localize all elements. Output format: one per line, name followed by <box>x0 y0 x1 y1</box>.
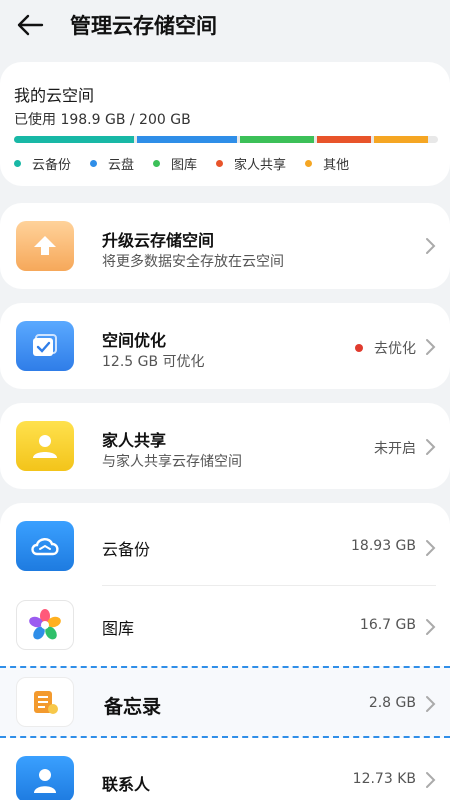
chevron-right-icon <box>426 772 436 788</box>
upload-arrow-icon <box>34 236 56 255</box>
chevron-right-icon <box>426 540 436 556</box>
top-bar: 管理云存储空间 <box>0 0 450 52</box>
legend-item-gallery: 图库 <box>153 154 197 173</box>
storage-usage-bar <box>14 136 438 143</box>
storage-summary-card: 我的云空间 已使用 198.9 GB / 200 GB 云备份 云盘 图库 家人… <box>0 62 450 186</box>
legend-label: 图库 <box>171 158 198 173</box>
list-item-label: 云备份 <box>102 540 151 559</box>
list-item-gallery[interactable]: 图库 16.7 GB <box>0 586 450 664</box>
legend-item-backup: 云备份 <box>14 154 71 173</box>
legend-label: 云备份 <box>32 158 72 173</box>
gallery-icon <box>16 600 74 650</box>
legend-item-other: 其他 <box>305 154 349 173</box>
legend-item-drive: 云盘 <box>90 154 134 173</box>
optimize-action-label: 去优化 <box>374 341 416 357</box>
contacts-icon <box>16 756 74 800</box>
list-item-label: 备忘录 <box>104 696 162 718</box>
upgrade-icon <box>16 221 74 271</box>
notes-icon <box>16 677 74 727</box>
usage-segment-drive <box>137 136 237 143</box>
legend-label: 家人共享 <box>234 158 287 173</box>
family-subtitle: 与家人共享云存储空间 <box>102 454 242 470</box>
list-item-size: 2.8 GB <box>368 695 416 711</box>
usage-segment-other <box>374 136 428 143</box>
legend-dot-icon <box>90 160 98 167</box>
list-item-size: 12.73 KB <box>352 771 416 787</box>
chevron-right-icon <box>426 619 436 635</box>
person-icon <box>34 769 56 793</box>
list-item-cloud-backup[interactable]: 云备份 18.93 GB <box>0 503 450 585</box>
list-item-notes[interactable]: 备忘录 2.8 GB <box>0 666 450 738</box>
list-item-contacts[interactable]: 联系人 12.73 KB <box>0 742 450 800</box>
back-arrow-icon <box>17 14 44 36</box>
legend-dot-icon <box>14 160 21 167</box>
legend-label: 其他 <box>323 158 350 173</box>
chevron-right-icon <box>426 238 436 254</box>
memo-icon <box>34 691 58 714</box>
check-box-icon <box>33 334 57 356</box>
flower-icon <box>29 609 61 640</box>
legend-item-family: 家人共享 <box>216 154 286 173</box>
chevron-right-icon <box>426 696 436 712</box>
upgrade-subtitle: 将更多数据安全存放在云空间 <box>102 254 284 270</box>
alert-dot-icon <box>355 344 363 352</box>
storage-title: 我的云空间 <box>14 86 95 105</box>
list-item-label: 联系人 <box>102 775 151 794</box>
usage-segment-gallery <box>240 136 314 143</box>
family-sharing-card[interactable]: 家人共享 与家人共享云存储空间 未开启 <box>0 403 450 489</box>
family-title: 家人共享 <box>102 431 167 450</box>
storage-legend: 云备份 云盘 图库 家人共享 其他 <box>14 154 368 173</box>
chevron-right-icon <box>426 439 436 455</box>
back-button[interactable] <box>14 10 46 40</box>
optimize-subtitle: 12.5 GB 可优化 <box>102 354 205 370</box>
list-item-size: 16.7 GB <box>359 617 416 633</box>
family-icon <box>16 421 74 471</box>
person-icon <box>33 435 57 458</box>
legend-dot-icon <box>216 160 224 167</box>
storage-used-text: 已使用 198.9 GB / 200 GB <box>14 112 191 128</box>
list-item-label: 图库 <box>102 619 135 638</box>
cloud-backup-icon <box>16 521 74 571</box>
list-item-size: 18.93 GB <box>351 538 416 554</box>
legend-dot-icon <box>153 160 161 167</box>
optimize-action[interactable]: 去优化 <box>355 338 416 358</box>
usage-segment-backup <box>14 136 134 143</box>
family-status: 未开启 <box>374 441 416 457</box>
optimize-icon <box>16 321 74 371</box>
cloud-sync-icon <box>31 538 59 556</box>
upgrade-title: 升级云存储空间 <box>102 231 215 250</box>
legend-label: 云盘 <box>108 158 135 173</box>
optimize-title: 空间优化 <box>102 331 167 350</box>
upgrade-storage-card[interactable]: 升级云存储空间 将更多数据安全存放在云空间 <box>0 203 450 289</box>
chevron-right-icon <box>426 339 436 355</box>
space-optimize-card[interactable]: 空间优化 12.5 GB 可优化 去优化 <box>0 303 450 389</box>
usage-segment-family <box>317 136 371 143</box>
legend-dot-icon <box>305 160 313 167</box>
page-title: 管理云存储空间 <box>70 14 217 38</box>
